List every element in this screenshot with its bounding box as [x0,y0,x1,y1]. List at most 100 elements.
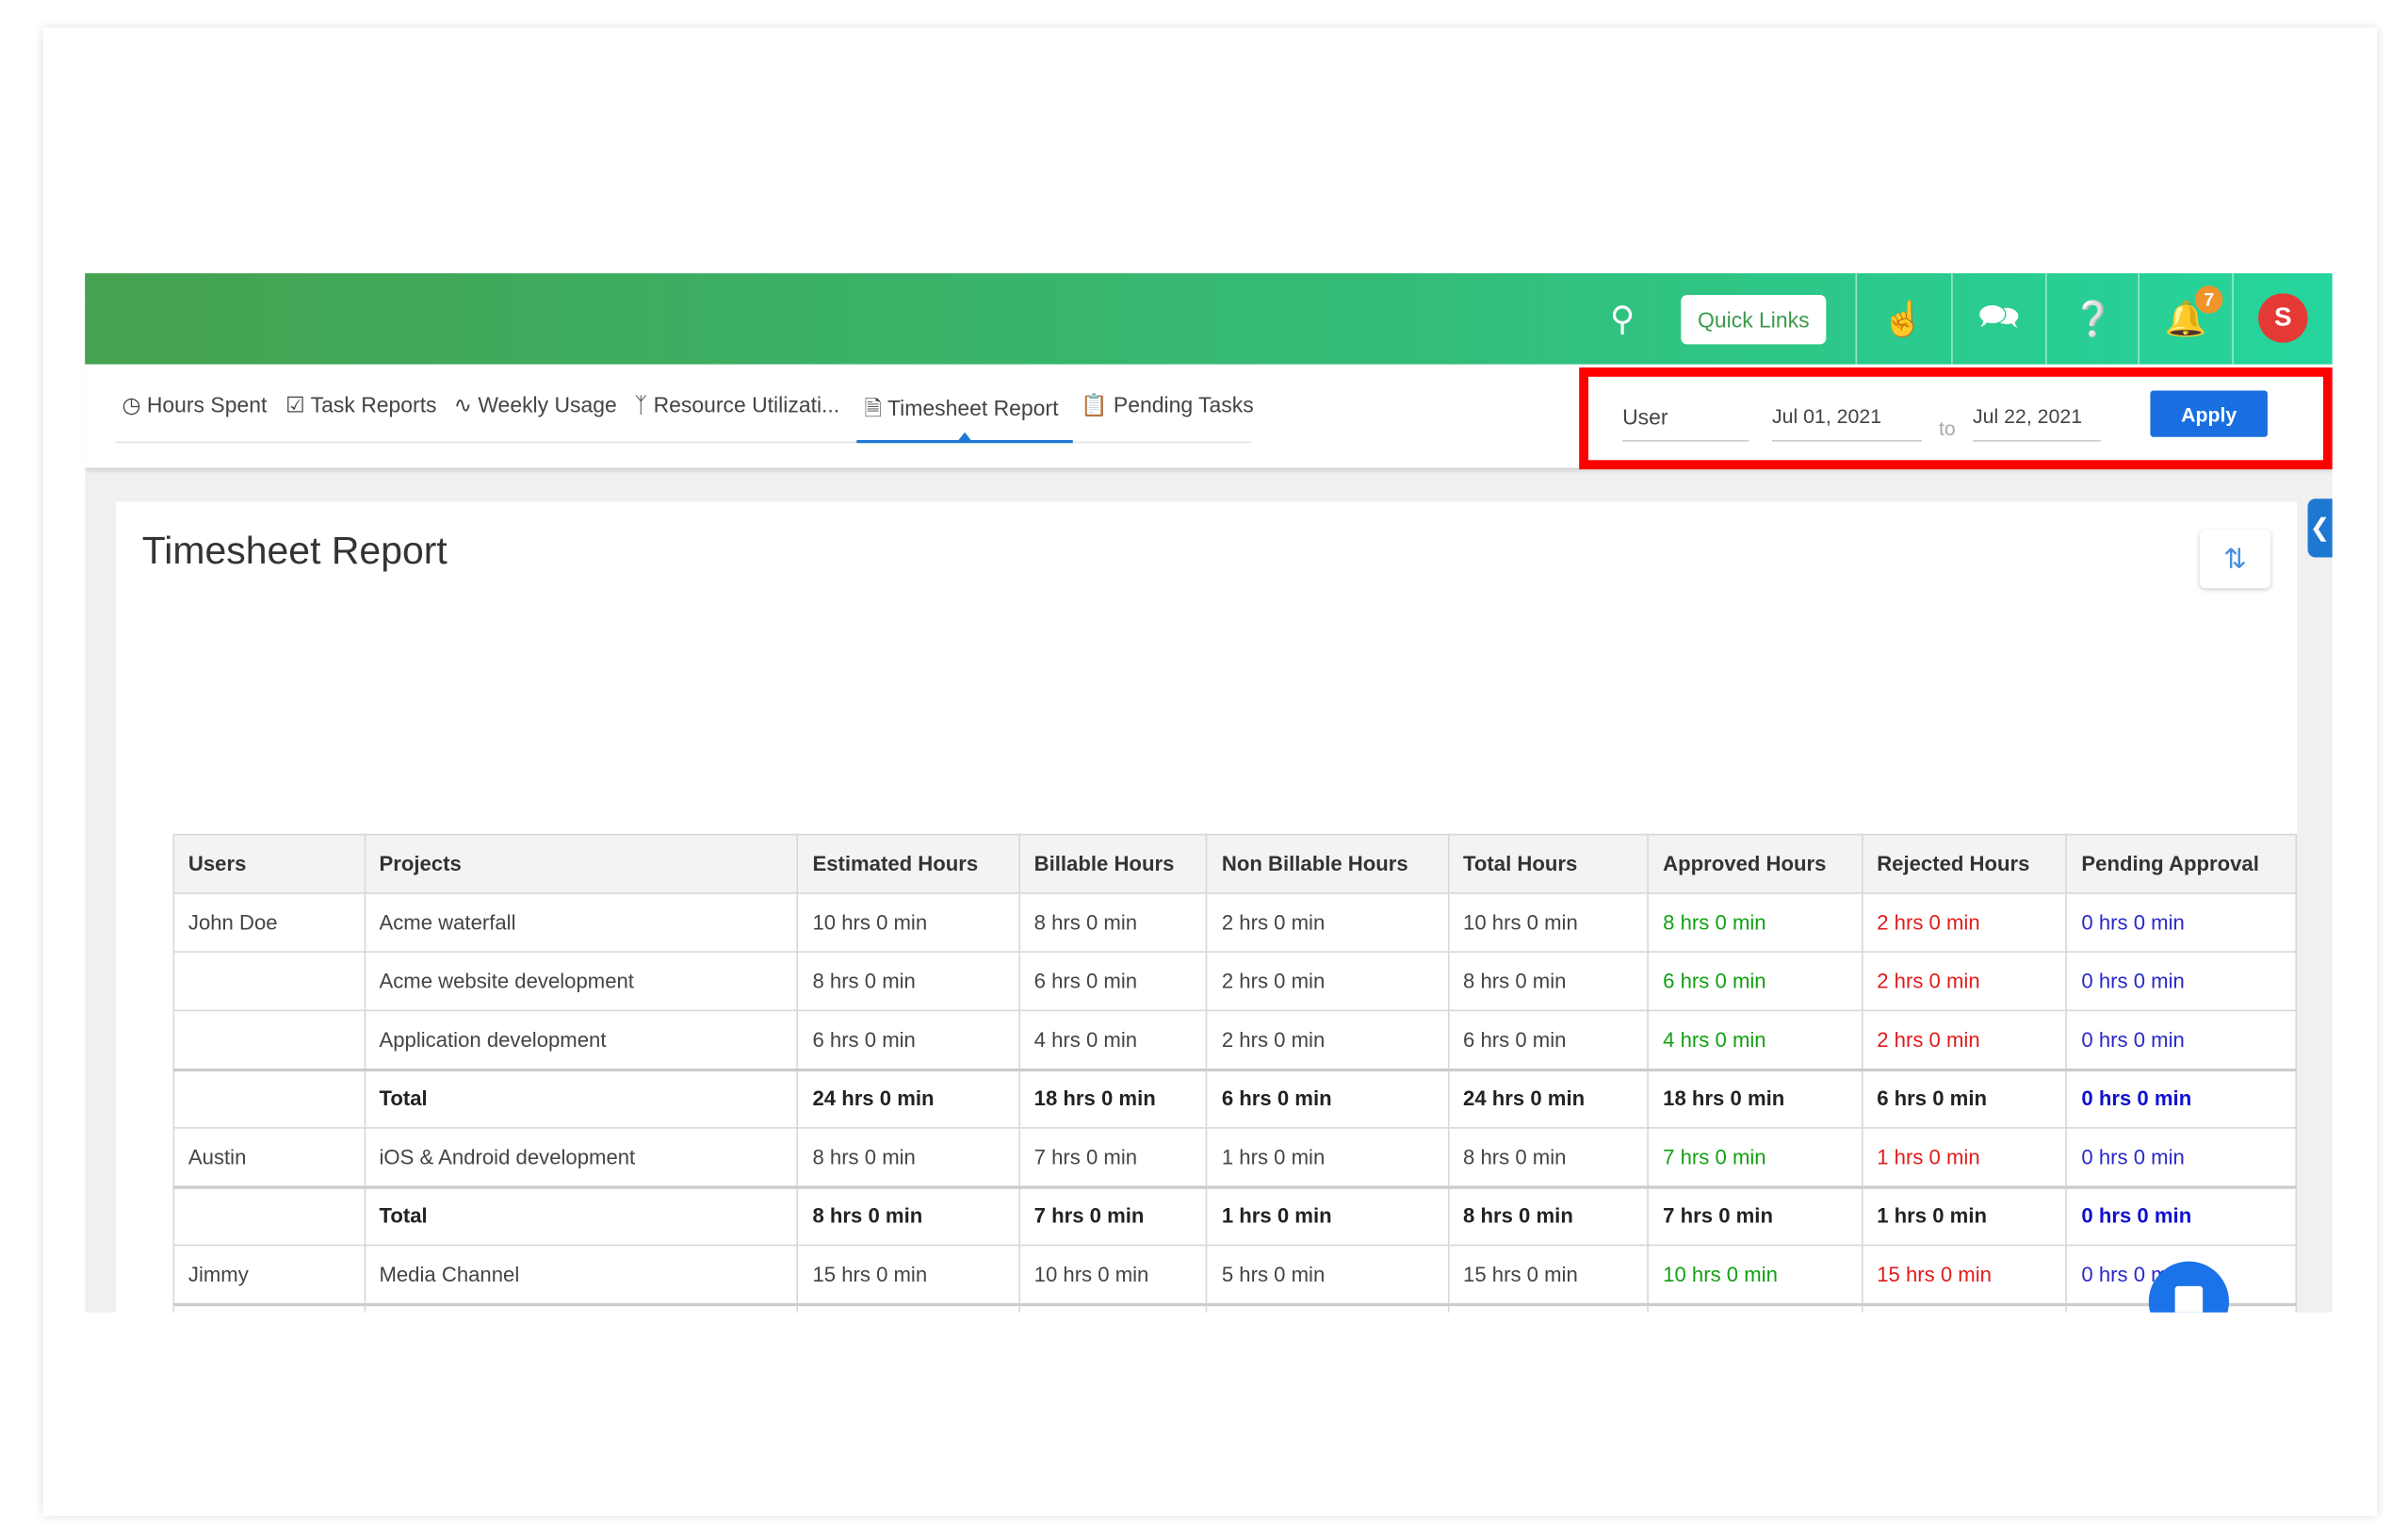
table-cell: Acme website development [364,951,799,1012]
help-icon[interactable]: ❔ [2047,273,2140,365]
table-cell: 0 hrs 0 min [2066,1009,2298,1070]
table-cell: 2 hrs 0 min [1861,892,2068,953]
tab-resource-utilization[interactable]: ᛉ Resource Utilizati... [634,392,839,416]
table-cell: 1 hrs 0 min [1861,1127,2068,1188]
table-cell: 8 hrs 0 min [1647,892,1863,953]
table-cell: Total [364,1068,799,1129]
collapse-panel-chevron-icon[interactable]: ❮ [2307,498,2333,558]
column-header[interactable]: Pending Approval [2066,833,2298,894]
table-cell: 2 hrs 0 min [1206,951,1450,1012]
table-cell: 0 hrs 0 min [2066,951,2298,1012]
bell-icon[interactable]: 🔔 [2140,273,2232,365]
column-header[interactable]: Rejected Hours [1861,833,2068,894]
user-cell [172,1302,366,1313]
to-date-input[interactable]: Jul 22, 2021 [1973,399,2101,442]
table-cell: Total [364,1302,799,1313]
table-row: Acme website development 8 hrs 0 min 6 hrs… [172,951,2298,1012]
search-icon[interactable]: ⚲ [1598,273,1647,365]
column-header[interactable]: Non Billable Hours [1206,833,1450,894]
table-cell: 6 hrs 0 min [1447,1009,1650,1070]
table-cell: Application development [364,1009,799,1070]
apply-button[interactable]: Apply [2150,390,2268,437]
column-header[interactable]: Projects [364,833,799,894]
table-cell: 8 hrs 0 min [1447,1127,1650,1188]
column-header[interactable]: Approved Hours [1647,833,1863,894]
table-cell: 2 hrs 0 min [1206,892,1450,953]
table-cell: 10 hrs 0 min [1647,1244,1863,1305]
table-cell: 0 hrs 0 min [2066,1068,2298,1129]
tab-weekly-usage[interactable]: ∿ Weekly Usage [454,392,617,418]
checkbox-icon: ☑ [285,392,305,417]
table-cell: 5 hrs 0 min [1206,1244,1450,1305]
table-cell: 8 hrs 0 min [1447,951,1650,1012]
tab-task-reports[interactable]: ☑ Task Reports [285,392,436,418]
table-cell: 1 hrs 0 min [1861,1184,2068,1247]
tab-hours-spent[interactable]: ◷ Hours Spent [122,392,267,418]
table-cell: 15 hrs 0 min [1447,1244,1650,1305]
notification-badge: 7 [2194,286,2223,314]
report-panel: Timesheet Report ⇅ Users Projects Estimate… [115,501,2298,1313]
table-cell: 0 hrs 0 min [2066,1127,2298,1188]
table-cell: 5 hrs 0 min [1206,1302,1450,1313]
active-tab-indicator [856,439,1073,444]
table-cell: 10 hrs 0 min [797,892,1020,953]
total-row: Total 15 hrs 0 min 10 hrs 0 min5 hrs 0 min… [172,1302,2298,1313]
table-cell: 7 hrs 0 min [1647,1184,1863,1247]
feedback-icon[interactable]: 🗪 [1953,273,2045,365]
table-cell: 15 hrs 0 min [797,1244,1020,1305]
clipboard-icon: 📋 [1080,392,1108,417]
table-cell: Media Channel [364,1244,799,1305]
table-cell: 18 hrs 0 min [1647,1068,1863,1129]
column-header[interactable]: Total Hours [1447,833,1650,894]
tab-pending-tasks[interactable]: 📋 Pending Tasks [1081,392,1254,418]
table-cell: 15 hrs 0 min [1861,1244,2068,1305]
table-cell: 10 hrs 0 min [1447,892,1650,953]
table-row: Application development 6 hrs 0 min 4 hrs … [172,1009,2298,1070]
table-cell: 1 hrs 0 min [1206,1184,1450,1247]
user-cell [172,1184,366,1247]
table-cell: 8 hrs 0 min [797,951,1020,1012]
table-cell: 8 hrs 0 min [797,1127,1020,1188]
table-row: Austin iOS & Android development 8 hrs 0 m… [172,1127,2298,1188]
table-cell: 8 hrs 0 min [797,1184,1020,1247]
filter-bar-highlight: User Jul 01, 2021 to Jul 22, 2021 Apply [1579,367,2333,470]
table-cell: 0 hrs 0 min [2066,1184,2298,1247]
top-header: ⚲ Quick Links ☝ 🗪 ❔ 🔔 7 S [85,273,2333,365]
quick-links-button[interactable]: Quick Links [1681,294,1827,345]
table-cell: 6 hrs 0 min [1647,951,1863,1012]
from-date-input[interactable]: Jul 01, 2021 [1771,399,1922,442]
user-cell: Austin [172,1127,366,1188]
page-title: Timesheet Report [141,530,447,573]
table-cell: 6 hrs 0 min [1861,1068,2068,1129]
column-header[interactable]: Users [172,833,366,894]
tab-timesheet-report[interactable]: 🗎 Timesheet Report [865,392,1059,429]
pointer-hand-icon[interactable]: ☝ [1857,273,1949,365]
table-cell: 7 hrs 0 min [1018,1127,1209,1188]
user-select[interactable]: User [1622,399,1749,442]
column-header[interactable]: Estimated Hours [797,833,1020,894]
user-cell [172,1009,366,1070]
app-window: ⚲ Quick Links ☝ 🗪 ❔ 🔔 7 S ◷ Hours Spent … [85,273,2333,1313]
table-cell: 1 hrs 0 min [1206,1127,1450,1188]
column-header[interactable]: Billable Hours [1018,833,1209,894]
table-cell: 6 hrs 0 min [1018,951,1209,1012]
trend-icon: ∿ [453,392,472,417]
table-cell: 6 hrs 0 min [797,1009,1020,1070]
user-cell [172,951,366,1012]
table-cell: iOS & Android development [364,1127,799,1188]
table-cell: 2 hrs 0 min [1861,1009,2068,1070]
avatar[interactable]: S [2258,293,2308,343]
document-icon: 🗎 [864,395,883,420]
table-cell: 24 hrs 0 min [797,1068,1020,1129]
total-row: Total 24 hrs 0 min 18 hrs 0 min 6 hrs 0 min… [172,1068,2298,1129]
sort-arrows-icon[interactable]: ⇅ [2199,530,2271,589]
user-cell: John Doe [172,892,366,953]
table-cell: 8 hrs 0 min [1447,1184,1650,1247]
table-cell: 15 hrs 0 min [1447,1302,1650,1313]
table-cell: 2 hrs 0 min [1206,1009,1450,1070]
table-cell: 7 hrs 0 min [1647,1127,1863,1188]
hierarchy-icon: ᛉ [634,392,648,417]
table-cell: 4 hrs 0 min [1647,1009,1863,1070]
table-cell: 10 hrs 0 min [1018,1244,1209,1305]
table-cell: 10 hrs 0 min [1018,1302,1209,1313]
